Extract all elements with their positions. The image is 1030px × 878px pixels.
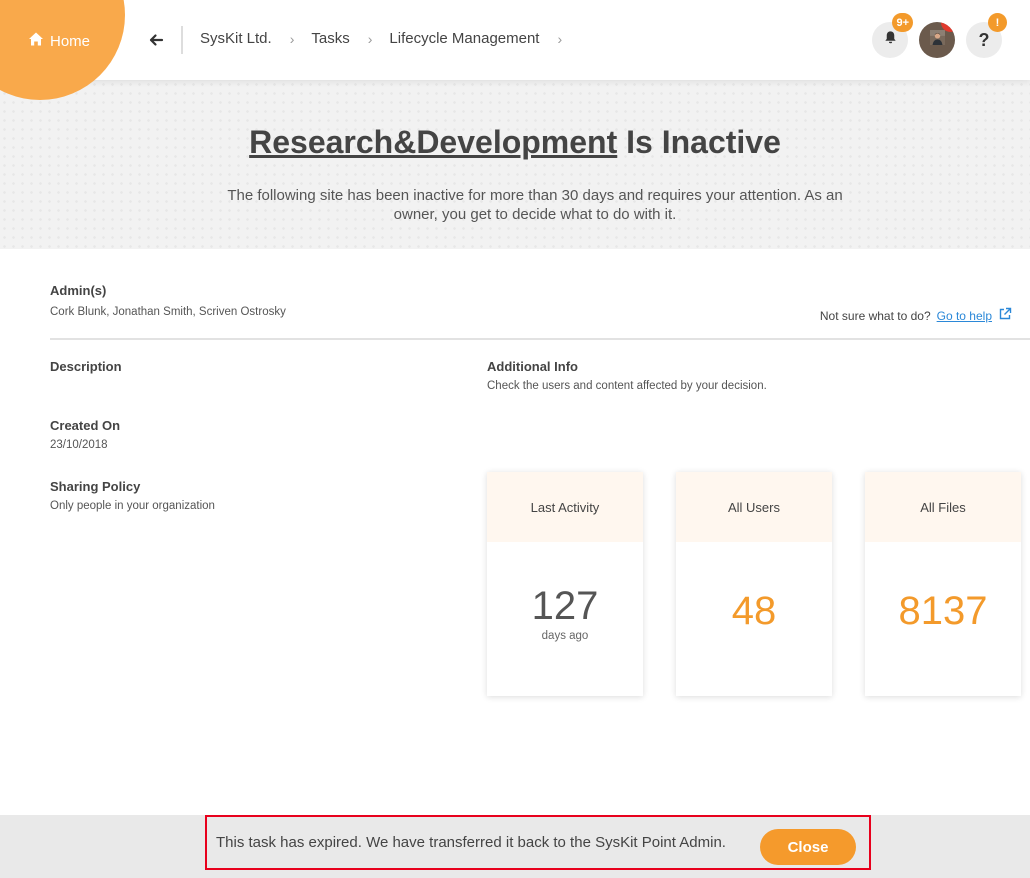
last-activity-card: Last Activity 127 days ago [487,472,643,696]
expired-notice: This task has expired. We have transferr… [205,815,871,870]
sharing-policy-value: Only people in your organization [50,500,215,512]
notifications-button[interactable]: 9+ [872,13,913,58]
help-section: Not sure what to do? Go to help [820,307,1012,324]
profile-button[interactable]: 7 [919,22,955,58]
avatar [929,30,945,50]
bell-icon [883,30,898,50]
go-to-help-link[interactable]: Go to help [937,309,992,323]
breadcrumb-item-syskit[interactable]: SysKit Ltd. [200,30,272,47]
breadcrumb-item-lifecycle[interactable]: Lifecycle Management [389,30,539,47]
external-link-icon[interactable] [998,307,1012,324]
additional-info-value: Check the users and content affected by … [487,380,767,392]
admins-value: Cork Blunk, Jonathan Smith, Scriven Ostr… [50,306,286,318]
help-icon: ? [978,29,990,50]
description-label: Description [50,359,122,374]
back-arrow-icon[interactable] [146,30,166,50]
hero-description: The following site has been inactive for… [227,187,843,223]
admins-label: Admin(s) [50,283,107,298]
notifications-badge: 9+ [892,13,913,32]
header-divider [181,26,183,54]
breadcrumb-item-tasks[interactable]: Tasks [311,30,349,47]
breadcrumb: SysKit Ltd. › Tasks › Lifecycle Manageme… [200,30,579,47]
all-files-card[interactable]: All Files 8137 [865,472,1021,696]
hero-banner: Research&Development Is Inactive The fol… [0,80,1030,249]
help-button[interactable]: ? ! [966,13,1007,58]
top-icons: 9+ 7 ? ! [872,13,1007,58]
help-question: Not sure what to do? [819,308,931,323]
home-icon [28,31,44,51]
created-on-label: Created On [50,418,121,433]
page-title: Research&Development Is Inactive [0,124,1030,161]
home-label: Home [50,32,91,50]
title-suffix: Is Inactive [626,124,781,160]
created-on-value: 23/10/2018 [50,439,108,451]
card-value: 48 [731,589,777,633]
section-divider [50,338,1030,340]
card-title: Last Activity [487,472,643,542]
home-button[interactable]: Home [28,30,90,52]
additional-info-label: Additional Info [487,359,578,374]
sharing-policy-label: Sharing Policy [50,479,141,494]
all-users-card[interactable]: All Users 48 [676,472,832,696]
close-button[interactable]: Close [760,829,856,865]
chevron-right-icon: › [289,30,295,47]
site-name-link[interactable]: Research&Development [249,124,617,160]
help-badge: ! [988,13,1007,32]
expired-message: This task has expired. We have transferr… [216,834,726,851]
card-subtitle: days ago [541,630,589,642]
card-title: All Users [676,472,832,542]
chevron-right-icon: › [557,30,563,47]
card-title: All Files [865,472,1021,542]
card-value: 127 [531,584,599,628]
chevron-right-icon: › [367,30,373,47]
card-value: 8137 [898,589,988,633]
